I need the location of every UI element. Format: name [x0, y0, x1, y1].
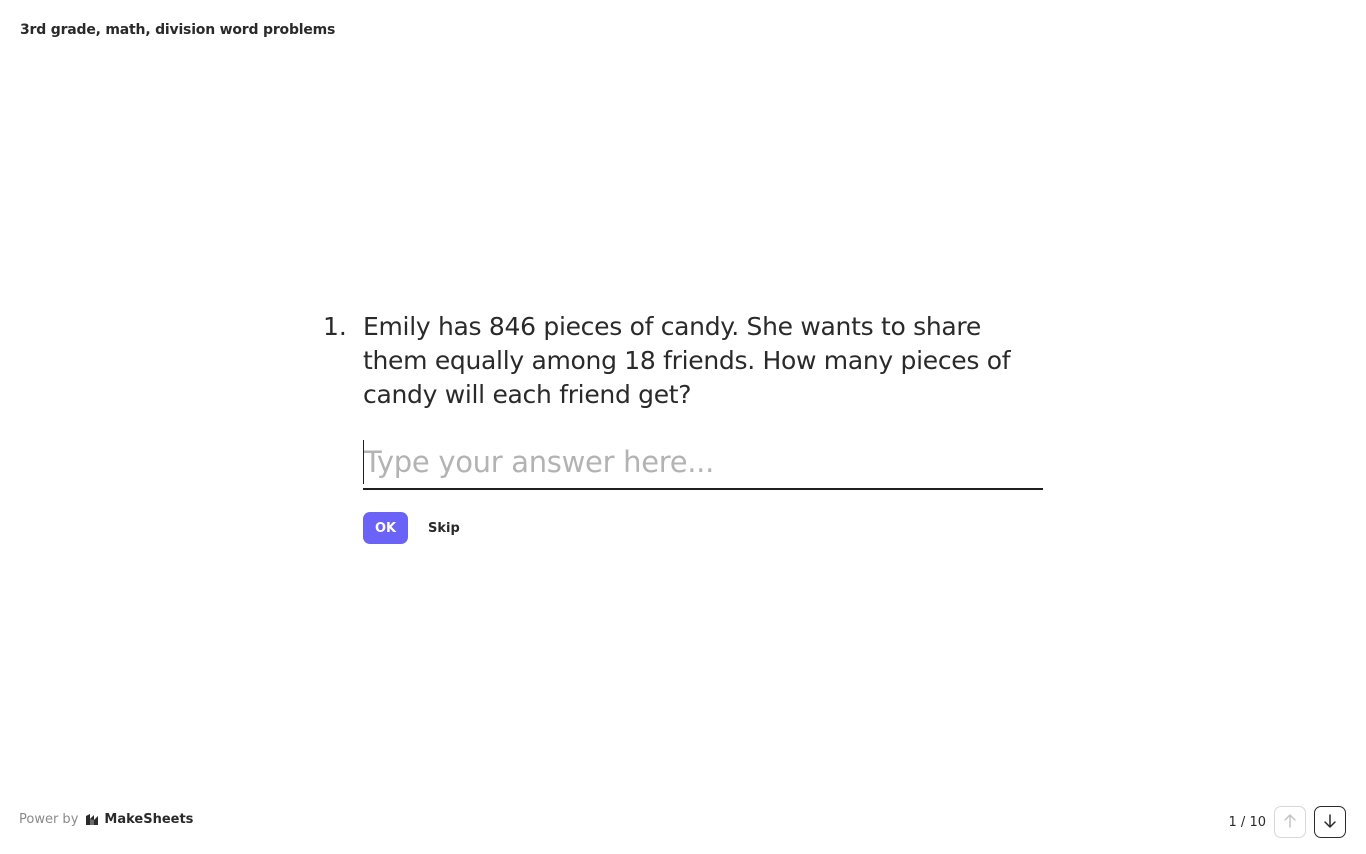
- answer-input[interactable]: [363, 440, 1043, 484]
- question-pager: 1 / 10: [1229, 806, 1346, 838]
- brand-name: MakeSheets: [104, 812, 194, 827]
- answer-actions: OK Skip: [363, 512, 460, 544]
- question-number: 1.: [323, 312, 347, 341]
- worksheet-title: 3rd grade, math, division word problems: [20, 22, 336, 38]
- pager-count: 1 / 10: [1228, 814, 1266, 830]
- worksheet-page: 3rd grade, math, division word problems …: [0, 0, 1366, 854]
- ok-button[interactable]: OK: [363, 512, 408, 544]
- skip-button[interactable]: Skip: [428, 521, 460, 536]
- arrow-down-icon: [1322, 813, 1338, 832]
- power-by-label: Power by: [19, 812, 79, 827]
- arrow-up-icon: [1282, 813, 1298, 832]
- answer-field-wrapper: [363, 440, 1043, 490]
- question-text: Emily has 846 pieces of candy. She wants…: [363, 312, 1011, 409]
- powered-by-brand[interactable]: Power by MakeSheets: [19, 812, 193, 827]
- previous-question-button[interactable]: [1274, 806, 1306, 838]
- makesheets-logo-icon: [85, 813, 99, 826]
- next-question-button[interactable]: [1314, 806, 1346, 838]
